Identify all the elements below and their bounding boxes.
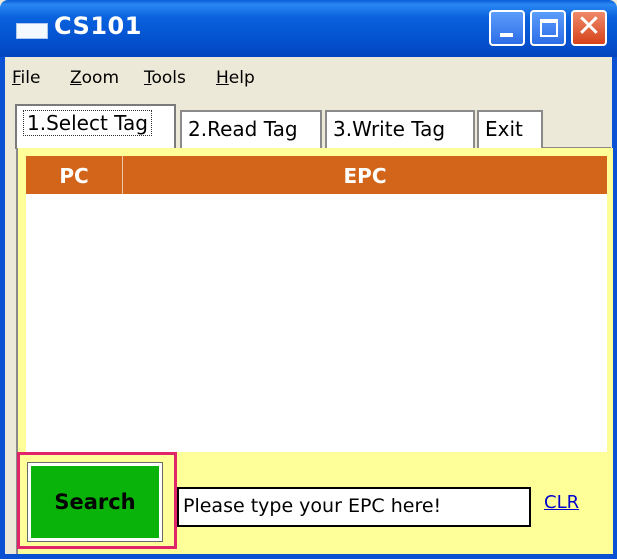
column-header-epc[interactable]: EPC: [123, 156, 607, 194]
epc-input[interactable]: Please type your EPC here!: [177, 487, 531, 527]
app-window: CS101 ✕ File Zoom Tools Help 1.Select Ta…: [0, 0, 617, 559]
window-border-bottom: [0, 554, 617, 559]
column-header-pc[interactable]: PC: [26, 156, 123, 194]
tab-strip: 1.Select Tag 2.Read Tag 3.Write Tag Exit: [5, 101, 612, 149]
title-bar[interactable]: CS101 ✕: [0, 0, 617, 57]
minimize-icon: [500, 33, 513, 37]
close-icon: ✕: [576, 9, 602, 44]
search-button[interactable]: Search: [27, 462, 163, 542]
app-icon: [16, 23, 48, 39]
menu-file[interactable]: File: [12, 68, 40, 88]
minimize-button[interactable]: [489, 10, 525, 46]
menu-help[interactable]: Help: [216, 68, 255, 88]
tab-write-tag[interactable]: 3.Write Tag: [325, 110, 475, 148]
maximize-button[interactable]: [530, 10, 566, 46]
maximize-icon: [540, 19, 558, 37]
tab-exit[interactable]: Exit: [477, 110, 543, 148]
menu-bar: File Zoom Tools Help: [5, 57, 612, 101]
close-button[interactable]: ✕: [571, 9, 607, 46]
clear-link[interactable]: CLR: [544, 492, 579, 513]
menu-tools[interactable]: Tools: [144, 68, 186, 88]
tag-list-grid[interactable]: PC EPC: [26, 156, 607, 452]
tab-select-tag[interactable]: 1.Select Tag: [15, 104, 176, 149]
window-title: CS101: [54, 12, 142, 40]
tab-read-tag[interactable]: 2.Read Tag: [180, 110, 322, 148]
menu-zoom[interactable]: Zoom: [70, 68, 119, 88]
grid-header: PC EPC: [26, 156, 607, 194]
